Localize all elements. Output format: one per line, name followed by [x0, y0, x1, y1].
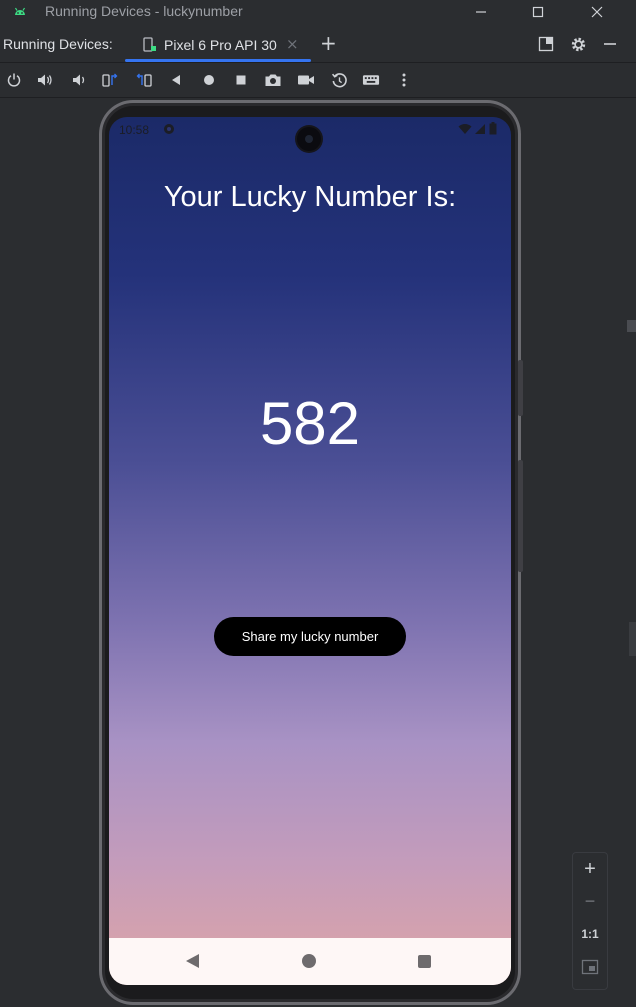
rotate-left-button[interactable] [101, 71, 119, 89]
back-button[interactable] [167, 71, 185, 89]
edge-marker [627, 320, 636, 332]
video-camera-icon [298, 75, 314, 85]
wifi-icon [458, 124, 472, 134]
home-button[interactable] [200, 71, 218, 89]
power-button[interactable] [5, 71, 23, 89]
volume-up-icon [38, 74, 52, 86]
more-options-button[interactable] [395, 71, 413, 89]
lucky-number-value: 582 [259, 390, 361, 457]
zoom-controls: + − 1:1 [572, 852, 608, 990]
status-time: 10:58 [119, 123, 150, 137]
home-icon [204, 75, 214, 85]
tab-label: Pixel 6 Pro API 30 [164, 37, 277, 53]
notification-icon [164, 124, 174, 134]
emulator-toolbar [0, 63, 636, 98]
tab-pixel-6-pro[interactable]: Pixel 6 Pro API 30 × [125, 28, 311, 62]
add-device-button[interactable]: + [320, 33, 337, 53]
volume-side-key[interactable] [518, 460, 523, 572]
rotate-right-icon [136, 73, 152, 87]
battery-icon [489, 122, 497, 135]
maximize-button[interactable] [515, 0, 561, 24]
android-navigation-bar [109, 938, 511, 985]
window-title: Running Devices - luckynumber [45, 3, 243, 19]
hide-panel-button[interactable] [601, 35, 619, 53]
screenshot-button[interactable] [264, 71, 282, 89]
power-side-key[interactable] [518, 360, 523, 416]
zoom-actual-size-button[interactable]: 1:1 [573, 927, 607, 941]
edge-marker [629, 622, 636, 656]
volume-down-icon [73, 74, 85, 86]
tab-close-icon[interactable]: × [286, 35, 299, 53]
zoom-out-button[interactable]: − [573, 891, 607, 912]
minimize-button[interactable] [458, 0, 504, 24]
more-vertical-icon [402, 73, 406, 87]
device-screen[interactable]: 10:58 Your Lucky Number Is: 582 Share my… [109, 117, 511, 985]
running-devices-label: Running Devices: [3, 36, 113, 52]
back-icon [172, 75, 180, 85]
gear-icon [571, 37, 585, 51]
power-icon [7, 73, 21, 87]
layout-icon [538, 36, 554, 52]
overview-icon [236, 75, 246, 85]
overview-button[interactable] [232, 71, 250, 89]
volume-up-button[interactable] [37, 71, 55, 89]
minimize-panel-icon [604, 43, 616, 45]
keyboard-icon [362, 75, 380, 85]
minimize-icon [476, 11, 486, 13]
nav-back-icon[interactable] [186, 954, 199, 968]
screen-record-button[interactable] [297, 71, 315, 89]
fit-screen-icon [581, 959, 599, 975]
rotate-left-icon [102, 73, 118, 87]
keyboard-button[interactable] [362, 71, 380, 89]
volume-down-button[interactable] [70, 71, 88, 89]
device-icon [143, 37, 156, 52]
close-icon [591, 6, 603, 18]
running-devices-tabs: Running Devices: Pixel 6 Pro API 30 × + [0, 24, 636, 63]
maximize-icon [532, 6, 544, 18]
close-window-button[interactable] [574, 0, 620, 24]
settings-button[interactable] [569, 35, 587, 53]
nav-home-icon[interactable] [302, 954, 316, 968]
reset-button[interactable] [330, 71, 348, 89]
zoom-fit-button[interactable] [581, 959, 599, 975]
rotate-right-button[interactable] [135, 71, 153, 89]
lucky-number-heading: Your Lucky Number Is: [163, 181, 457, 213]
active-tab-indicator [125, 59, 311, 62]
android-icon [14, 7, 26, 15]
reset-icon [331, 72, 347, 87]
zoom-in-button[interactable]: + [573, 858, 607, 881]
camera-icon [265, 74, 281, 86]
signal-icon [475, 124, 485, 134]
layout-button[interactable] [537, 35, 555, 53]
window-title-bar: Running Devices - luckynumber [0, 0, 636, 24]
nav-recents-icon[interactable] [418, 955, 431, 968]
front-camera [297, 127, 321, 151]
share-lucky-number-button[interactable]: Share my lucky number [214, 617, 406, 656]
